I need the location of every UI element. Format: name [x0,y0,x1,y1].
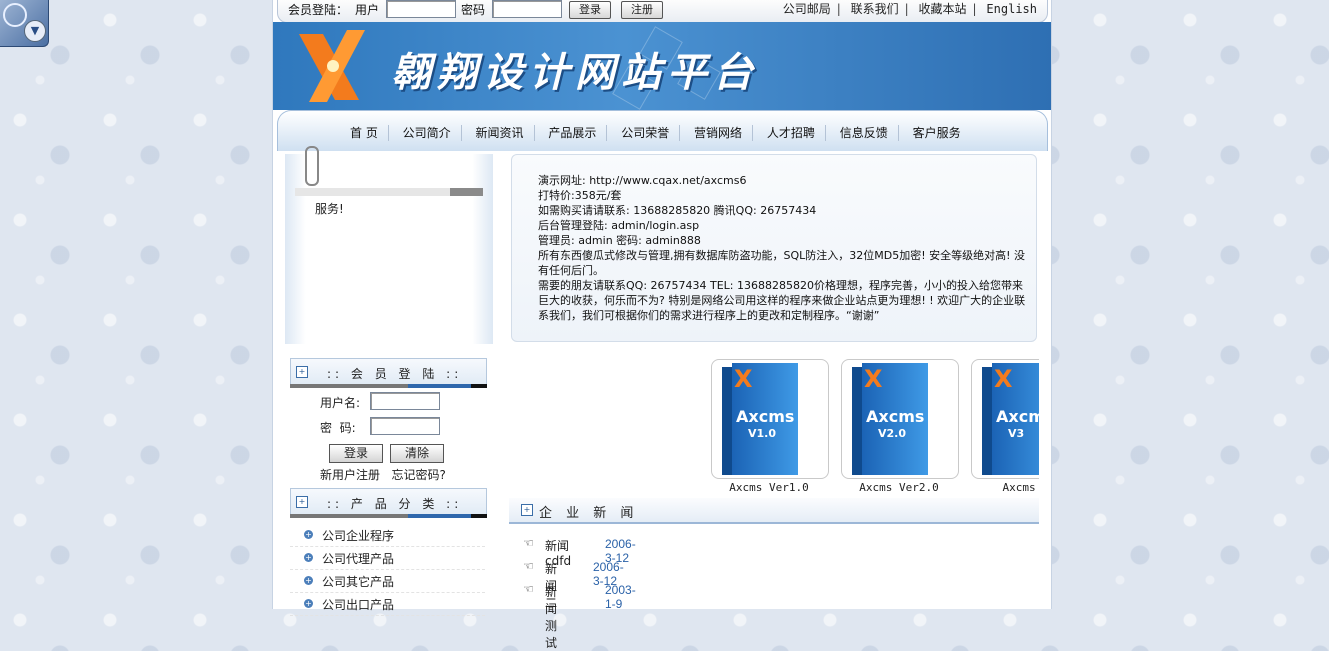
username-label: 用户名: [320,396,361,410]
link-contact[interactable]: 联系我们 [851,2,899,16]
notice-panel: 服务! [285,146,493,344]
divider [290,514,487,518]
left-column: 服务! + :: 会 员 登 陆 :: 用户名: 密 码: 登录 清除 新用户注… [285,146,495,616]
link-english[interactable]: English [986,2,1037,16]
member-login-label: 会员登陆： [288,3,349,17]
info-line: 如需购买请请联系: 13688285820 腾讯QQ: 26757434 [538,204,817,217]
top-login-bar: 会员登陆： 用户 密码 登录 注册 公司邮局 | 联系我们 | 收藏本站 | Engl… [277,0,1048,23]
nav-honors[interactable]: 公司荣誉 [611,125,681,141]
category-label: 公司出口产品 [322,598,395,612]
password-label: 密 码: [320,421,356,435]
username-field[interactable] [370,392,440,410]
news-icon: ☜ [523,559,534,573]
member-box-title: :: 会 员 登 陆 :: [327,367,463,381]
chevron-down-icon[interactable]: ▼ [24,20,46,42]
password-field[interactable] [370,417,440,435]
news-header: + 企 业 新 闻 [509,498,1039,524]
info-panel: 演示网址: http://www.cqax.net/axcms6 打特价:358… [511,154,1037,342]
forgot-password-link[interactable]: 忘记密码? [391,468,445,482]
product-caption[interactable]: Axcms Ve [971,481,1040,494]
nav-marketing[interactable]: 营销网络 [684,125,754,141]
category-label: 公司代理产品 [322,552,395,566]
category-box-title: :: 产 品 分 类 :: [327,497,463,511]
product-card[interactable]: X Axcms V1.0 Axcms Ver1.0 [711,359,829,494]
list-item[interactable]: + 公司出口产品 [290,593,485,616]
fingerprint-widget[interactable]: ▼ [0,0,49,47]
top-username-input[interactable] [386,0,456,18]
nav-news[interactable]: 新闻资讯 [466,125,535,141]
list-item[interactable]: + 公司其它产品 [290,570,485,593]
page-container: 会员登陆： 用户 密码 登录 注册 公司邮局 | 联系我们 | 收藏本站 | Engl… [272,0,1052,650]
bullet-icon: + [304,576,313,585]
product-scroller: X Axcms V1.0 Axcms Ver1.0 X Axcms V2.0 Axcms… [709,359,1039,494]
box-icon: + [296,366,308,378]
product-caption[interactable]: Axcms Ver1.0 [711,481,827,494]
register-link[interactable]: 新用户注册 [320,468,380,482]
info-line: 管理员: admin 密码: admin888 [538,234,701,247]
clear-button[interactable]: 清除 [390,444,444,463]
news-icon: ☜ [523,582,534,596]
bullet-icon: + [304,553,313,562]
info-line: 所有东西傻瓜式修改与管理,拥有数据库防盗功能，SQL防注入，32位MD5加密! … [538,249,1026,277]
paperclip-icon [305,146,319,186]
news-icon: ☜ [523,536,534,550]
product-box-image: XAxcmsV3 [982,363,1039,475]
info-line: 需要的朋友请联系QQ: 26757434 TEL: 13688285820价格理… [538,279,1026,322]
user-label: 用户 [355,3,380,17]
product-caption[interactable]: Axcms Ver2.0 [841,481,957,494]
member-box-header: + :: 会 员 登 陆 :: [290,358,487,386]
main-nav: 首 页 公司简介 新闻资讯 产品展示 公司荣誉 营销网络 人才招聘 信息反馈 客… [277,110,1048,151]
top-password-input[interactable] [492,0,562,18]
info-line: 后台管理登陆: admin/login.asp [538,219,700,232]
news-item-date: 2003-1-9 [605,583,636,611]
product-box-image: X Axcms V1.0 [722,363,798,475]
category-box-header: + :: 产 品 分 类 :: [290,488,487,516]
nav-service[interactable]: 客户服务 [903,125,971,141]
nav-jobs[interactable]: 人才招聘 [757,125,826,141]
link-bookmark[interactable]: 收藏本站 [919,2,967,16]
site-banner: 翱翔设计网站平台 [273,22,1051,110]
login-links: 新用户注册 忘记密码? [320,466,446,483]
notice-text: 服务! [315,202,344,216]
product-box-image: X Axcms V2.0 [852,363,928,475]
list-item[interactable]: + 公司代理产品 [290,547,485,570]
bullet-icon: + [304,599,313,608]
box-icon: + [521,504,533,516]
password-label: 密码 [461,3,486,17]
nav-about[interactable]: 公司简介 [393,125,462,141]
list-item[interactable]: + 公司企业程序 [290,524,485,547]
product-card[interactable]: XAxcmsV3 Axcms Ve [971,359,1039,494]
site-title: 翱翔设计网站平台 [391,49,759,96]
fingerprint-icon [3,3,27,27]
category-list: + 公司企业程序 + 公司代理产品 + 公司其它产品 + 公司出口产品 [290,524,485,616]
category-label: 公司其它产品 [322,575,395,589]
nav-feedback[interactable]: 信息反馈 [830,125,899,141]
nav-products[interactable]: 产品展示 [538,125,608,141]
site-logo-icon [299,30,365,102]
info-line: 演示网址: http://www.cqax.net/axcms6 [538,174,747,187]
news-item-title[interactable]: 新闻测试 [545,583,557,651]
top-register-button[interactable]: 注册 [621,1,663,19]
top-login-button[interactable]: 登录 [569,1,611,19]
link-mail[interactable]: 公司邮局 [783,2,831,16]
box-icon: + [296,496,308,508]
nav-home[interactable]: 首 页 [340,125,389,141]
info-line: 打特价:358元/套 [538,189,622,202]
login-button[interactable]: 登录 [329,444,383,463]
top-links: 公司邮局 | 联系我们 | 收藏本站 | English [782,2,1037,16]
member-login-form: 用户名: 密 码: 登录 清除 新用户注册 忘记密码? [290,388,485,484]
product-card[interactable]: X Axcms V2.0 Axcms Ver2.0 [841,359,959,494]
news-title: 企 业 新 闻 [539,506,639,521]
notice-bar [295,188,483,196]
bullet-icon: + [304,530,313,539]
category-label: 公司企业程序 [322,529,395,543]
